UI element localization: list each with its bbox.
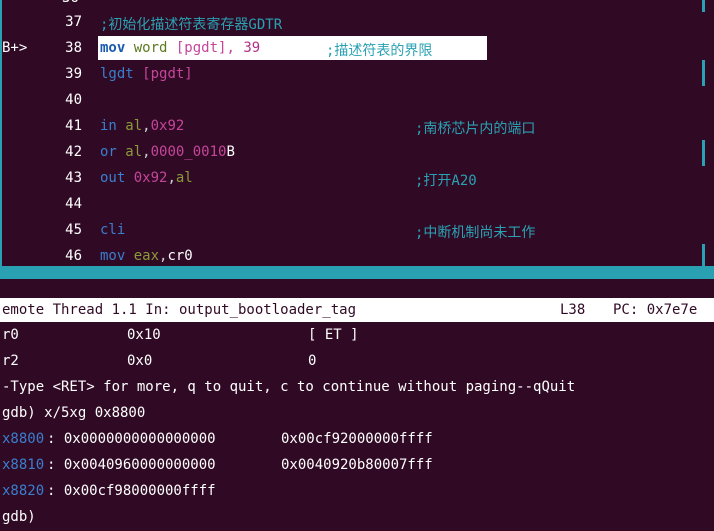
memory-address: x8810 — [2, 457, 45, 473]
code-comment: ;打开A20 — [415, 173, 477, 189]
code-text: in al,0x92 — [100, 118, 185, 134]
console-text: 0x00cf92000000ffff — [281, 431, 433, 447]
code-text: lgdt [pgdt] — [100, 66, 193, 82]
console-line: -Type <RET> for more, q to quit, c to co… — [0, 375, 714, 401]
console-line: r2 0x0 0 — [0, 349, 714, 375]
code-text: mov eax,cr0 — [100, 248, 193, 264]
pane-border-bottom — [0, 266, 714, 279]
console-line: x8820: 0x00cf98000000ffff — [0, 479, 714, 505]
line-number: 44 — [65, 196, 82, 212]
code-text: out 0x92,al — [100, 170, 193, 186]
console-text: : 0x0040960000000000 — [47, 457, 216, 473]
console-text: : 0x00cf98000000ffff — [47, 483, 216, 499]
console-text: : 0x0000000000000000 — [47, 431, 216, 447]
line-number: 39 — [65, 66, 82, 82]
console-text: 0x0040920b80007fff — [281, 457, 433, 473]
source-pane: 36 37 ;初始化描述符表寄存器GDTR B+> 38 mov word [pgdt]… — [0, 0, 714, 268]
console-line: x8810: 0x0040960000000000 0x0040920b80007… — [0, 453, 714, 479]
console-text: 0x10 — [127, 327, 161, 343]
line-number: 42 — [65, 144, 82, 160]
code-text: mov word [pgdt], 39 — [100, 40, 261, 56]
source-line: 37 ;初始化描述符表寄存器GDTR — [0, 10, 714, 36]
console-text: 0x0 — [127, 353, 153, 369]
console-text: r0 — [2, 327, 19, 343]
partial-line-number: 36 — [62, 0, 79, 6]
source-line: 42 or al,0000_0010B — [0, 140, 714, 166]
console-text: 0 — [308, 353, 317, 369]
status-bar: emote Thread 1.1 In: output_bootloader_t… — [0, 298, 714, 322]
console-text: r2 — [2, 353, 19, 369]
source-line: 40 — [0, 88, 714, 114]
source-line: 45 cli ;中断机制尚未工作 — [0, 218, 714, 244]
console-line: r0 0x10 [ ET ] — [0, 323, 714, 349]
console-text: gdb) x/5xg 0x8800 — [2, 405, 146, 421]
line-number: 41 — [65, 118, 82, 134]
console-text: -Type <RET> for more, q to quit, c to co… — [2, 379, 576, 395]
code-comment: ;描述符表的界限 — [326, 43, 433, 59]
source-line: 39 lgdt [pgdt] — [0, 62, 714, 88]
code-text: cli — [100, 222, 126, 238]
program-counter: PC: 0x7e7e — [613, 302, 698, 318]
console-line: x8800: 0x0000000000000000 0x00cf92000000f… — [0, 427, 714, 453]
code-comment: ;南桥芯片内的端口 — [415, 121, 536, 137]
current-source-line: B+> 38 mov word [pgdt], 39 ;描述符表的界限 — [0, 36, 714, 62]
line-number: 46 — [65, 248, 82, 264]
breakpoint-marker: B+> — [2, 40, 28, 56]
source-line: 41 in al,0x92 ;南桥芯片内的端口 — [0, 114, 714, 140]
line-number: 43 — [65, 170, 82, 186]
line-number: 40 — [65, 92, 82, 108]
line-number: 37 — [65, 14, 82, 30]
code-comment: ;初始化描述符表寄存器GDTR — [100, 17, 283, 33]
source-line: 44 — [0, 192, 714, 218]
console-line: gdb) x/5xg 0x8800 — [0, 401, 714, 427]
thread-info: emote Thread 1.1 In: output_bootloader_t… — [2, 302, 357, 318]
current-line: L38 — [560, 302, 586, 318]
code-text: or al,0000_0010B — [100, 144, 235, 160]
line-number: 38 — [65, 40, 82, 56]
code-comment: ;中断机制尚未工作 — [415, 225, 536, 241]
memory-address: x8820 — [2, 483, 45, 499]
source-line: 43 out 0x92,al ;打开A20 — [0, 166, 714, 192]
console-line: gdb) — [0, 505, 714, 531]
line-number: 45 — [65, 222, 82, 238]
memory-address: x8800 — [2, 431, 45, 447]
console-text: [ ET ] — [308, 327, 359, 343]
